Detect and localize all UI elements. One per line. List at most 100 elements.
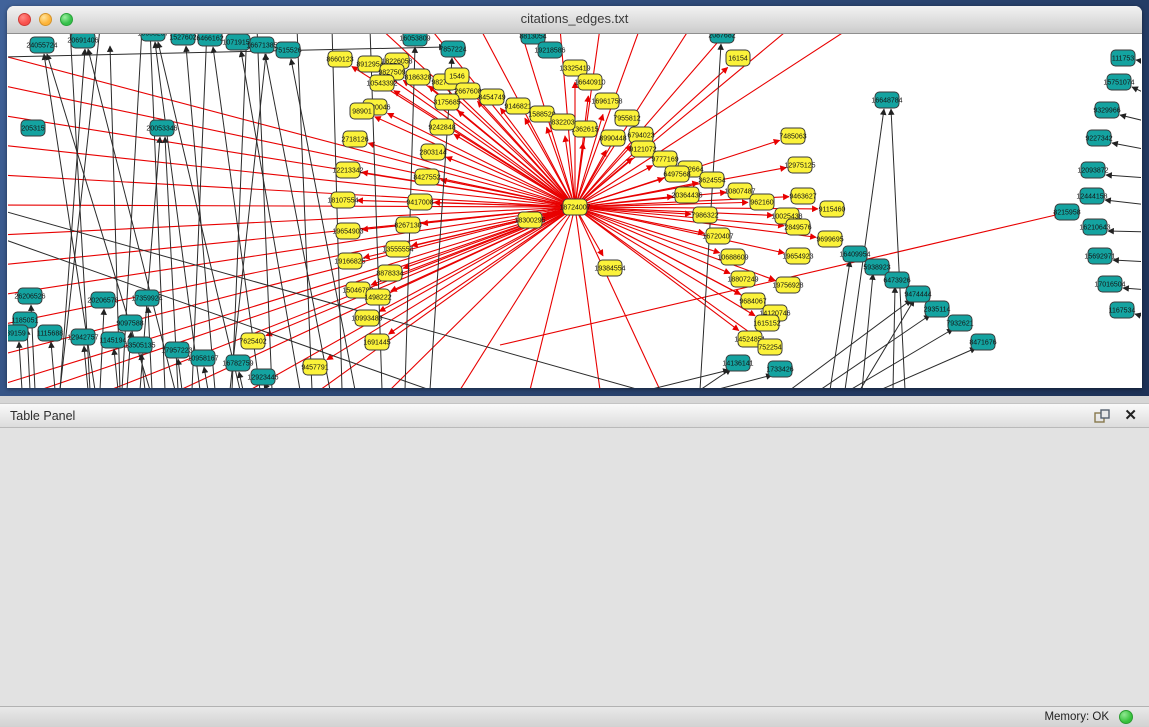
graph-node[interactable]: 2803144 bbox=[419, 144, 446, 160]
network-canvas[interactable]: 24055724 20691406 1065325715276026466162 10… bbox=[8, 34, 1141, 388]
graph-node[interactable]: 19654903 bbox=[332, 223, 363, 239]
graph-node[interactable]: 12444158 bbox=[1076, 188, 1107, 204]
graph-node[interactable]: 20364436 bbox=[671, 187, 702, 203]
graph-node[interactable]: 12923446 bbox=[247, 369, 278, 385]
graph-node[interactable]: 9777169 bbox=[651, 151, 678, 167]
graph-node[interactable]: 10993489 bbox=[351, 310, 382, 326]
graph-node[interactable]: 3175685 bbox=[433, 94, 460, 110]
graph-node[interactable]: 2718126 bbox=[341, 131, 368, 147]
graph-node[interactable]: 19756928 bbox=[772, 277, 803, 293]
graph-node[interactable]: 2087682 bbox=[708, 34, 735, 43]
memory-status-indicator[interactable] bbox=[1119, 710, 1133, 724]
graph-node[interactable]: 7485063 bbox=[779, 128, 806, 144]
graph-node[interactable]: 1615152 bbox=[753, 315, 780, 331]
graph-node[interactable]: 9474444 bbox=[904, 286, 931, 302]
graph-node[interactable]: 12213342 bbox=[332, 162, 363, 178]
graph-node[interactable]: 9097588 bbox=[116, 315, 143, 331]
graph-node[interactable]: 9463627 bbox=[789, 188, 816, 204]
graph-node[interactable]: 7955812 bbox=[613, 110, 640, 126]
graph-node[interactable]: 19654923 bbox=[782, 248, 813, 264]
graph-node[interactable]: 9329966 bbox=[1093, 102, 1120, 118]
graph-node[interactable]: 1167534 bbox=[1109, 302, 1136, 318]
graph-node[interactable]: 16640910 bbox=[574, 74, 605, 90]
graph-node[interactable]: 9227342 bbox=[1085, 130, 1112, 146]
graph-node[interactable]: 10958167 bbox=[187, 350, 218, 366]
graph-node[interactable]: 13555554 bbox=[382, 241, 413, 257]
graph-node[interactable]: 8471676 bbox=[969, 334, 996, 350]
graph-node[interactable]: 16053809 bbox=[399, 34, 430, 46]
graph-node[interactable]: 752254 bbox=[758, 339, 782, 355]
graph-node[interactable]: 20053346 bbox=[146, 120, 177, 136]
graph-node[interactable]: 98901 bbox=[350, 103, 374, 119]
graph-node[interactable]: 20691406 bbox=[67, 34, 98, 48]
graph-node[interactable]: 18107554 bbox=[327, 192, 358, 208]
graph-node[interactable]: 18807249 bbox=[727, 271, 758, 287]
graph-node[interactable]: 9242848 bbox=[428, 119, 455, 135]
graph-node[interactable]: 1115688 bbox=[37, 325, 63, 341]
graph-node[interactable]: 3624554 bbox=[698, 172, 725, 188]
graph-node[interactable]: 8660123 bbox=[326, 51, 353, 67]
graph-node[interactable]: 8454749 bbox=[478, 89, 505, 105]
graph-node[interactable]: 6473926 bbox=[883, 272, 910, 288]
graph-node[interactable]: 7515526 bbox=[274, 42, 301, 58]
graph-node[interactable]: 17359924 bbox=[131, 290, 162, 306]
graph-node[interactable]: 16409954 bbox=[839, 246, 870, 262]
graph-node[interactable]: 6497568 bbox=[663, 166, 690, 182]
graph-node[interactable]: 1546 bbox=[445, 68, 469, 84]
graph-node[interactable]: 19166825 bbox=[334, 253, 365, 269]
graph-node[interactable]: 8990448 bbox=[599, 130, 626, 146]
graph-node[interactable]: 1145194 bbox=[100, 332, 127, 348]
graph-node[interactable]: 9457791 bbox=[301, 359, 328, 375]
panel-splitter[interactable] bbox=[0, 396, 1149, 403]
graph-node[interactable]: 9417008 bbox=[406, 194, 433, 210]
graph-node[interactable]: 12093872 bbox=[1077, 162, 1108, 178]
network-window-titlebar[interactable]: citations_edges.txt bbox=[7, 6, 1142, 34]
graph-node[interactable]: 16782759 bbox=[222, 355, 253, 371]
graph-node[interactable]: 8878334 bbox=[376, 265, 403, 281]
graph-node[interactable]: 24055724 bbox=[26, 37, 57, 53]
graph-node[interactable]: 832203 bbox=[551, 114, 575, 130]
graph-node[interactable]: 15692971 bbox=[1084, 248, 1115, 264]
graph-node[interactable]: 8427552 bbox=[413, 169, 440, 185]
graph-node[interactable]: 7932621 bbox=[946, 315, 973, 331]
graph-node[interactable]: 1691445 bbox=[363, 334, 390, 350]
graph-node[interactable]: 16961758 bbox=[591, 93, 622, 109]
graph-node[interactable]: 16720407 bbox=[702, 228, 733, 244]
network-graph[interactable]: 24055724 20691406 1065325715276026466162 10… bbox=[8, 34, 1141, 388]
graph-node[interactable]: 10653257 bbox=[137, 34, 168, 41]
graph-node[interactable]: 1527602 bbox=[169, 34, 196, 45]
graph-node[interactable]: 14136141 bbox=[722, 355, 753, 371]
graph-node[interactable]: 1733426 bbox=[766, 361, 793, 377]
graph-node[interactable]: 26206526 bbox=[14, 288, 45, 304]
graph-node[interactable]: 10543392 bbox=[366, 75, 397, 91]
graph-node[interactable]: 18300295 bbox=[514, 212, 545, 228]
graph-node[interactable]: 8186328 bbox=[404, 69, 431, 85]
graph-hub-node[interactable]: 18724007 bbox=[559, 199, 590, 215]
float-panel-icon[interactable] bbox=[1094, 409, 1110, 424]
graph-node[interactable]: 7625402 bbox=[239, 333, 266, 349]
graph-node[interactable]: 7857224 bbox=[439, 41, 466, 57]
graph-node[interactable]: 7986322 bbox=[691, 207, 718, 223]
graph-node[interactable]: 8215958 bbox=[1053, 204, 1080, 220]
graph-node[interactable]: 9684067 bbox=[739, 293, 766, 309]
graph-node[interactable]: 9699695 bbox=[816, 231, 843, 247]
graph-node[interactable]: 10688609 bbox=[717, 249, 748, 265]
graph-node[interactable]: 20206576 bbox=[87, 292, 118, 308]
graph-node[interactable]: 12942757 bbox=[67, 329, 98, 345]
graph-node[interactable]: 17016504 bbox=[1094, 276, 1125, 292]
close-panel-icon[interactable]: ✕ bbox=[1124, 408, 1137, 424]
graph-node[interactable]: 9115460 bbox=[819, 201, 846, 217]
graph-node[interactable]: 39159 bbox=[8, 325, 28, 341]
graph-node[interactable]: 205315 bbox=[21, 120, 45, 136]
graph-node[interactable]: 16210643 bbox=[1079, 219, 1110, 235]
graph-node[interactable]: 8267130 bbox=[394, 217, 421, 233]
graph-node[interactable]: 15751074 bbox=[1103, 74, 1134, 90]
graph-node[interactable]: 16671385 bbox=[246, 37, 277, 53]
graph-node[interactable]: 19384554 bbox=[594, 260, 625, 276]
graph-node[interactable]: 16154 bbox=[726, 50, 750, 66]
graph-node[interactable]: 19218586 bbox=[534, 42, 565, 58]
graph-node[interactable]: 2935114 bbox=[924, 301, 951, 317]
graph-node[interactable]: 1498222 bbox=[364, 289, 391, 305]
graph-node[interactable]: 6466162 bbox=[196, 34, 223, 46]
graph-node[interactable]: 12975125 bbox=[784, 157, 815, 173]
